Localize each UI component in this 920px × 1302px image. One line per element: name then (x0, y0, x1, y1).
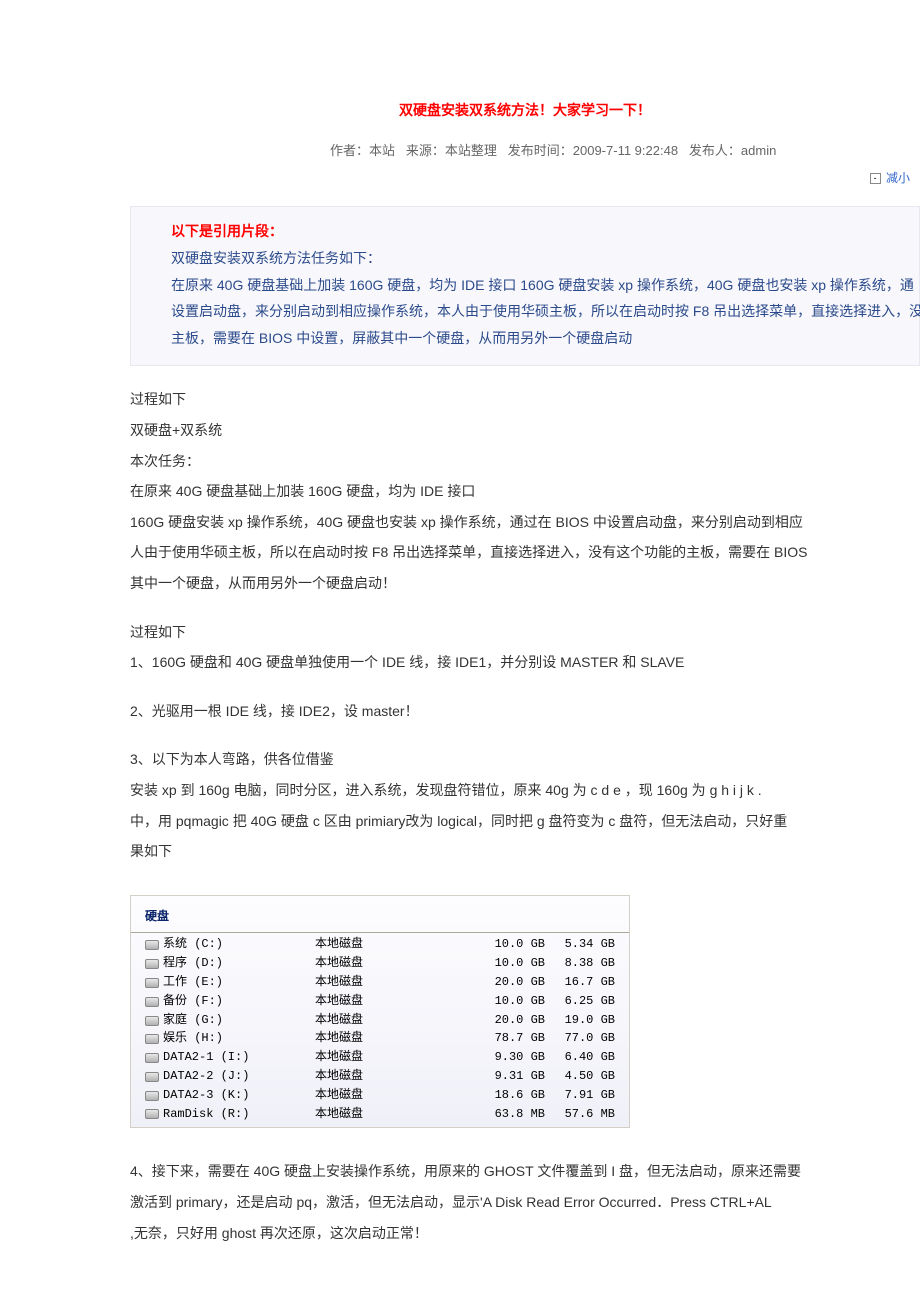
quote-line: 在原来 40G 硬盘基础上加装 160G 硬盘，均为 IDE 接口 160G 硬… (171, 272, 889, 299)
disk-row: RamDisk (R:)本地磁盘63.8 MB57.6 MB (131, 1105, 629, 1124)
pubtime-label: 发布时间： (508, 143, 573, 158)
disk-icon (145, 1072, 159, 1082)
disk-row: DATA2-3 (K:)本地磁盘18.6 GB7.91 GB (131, 1086, 629, 1105)
disk-table-image: 硬盘 系统 (C:)本地磁盘10.0 GB5.34 GB程序 (D:)本地磁盘1… (130, 895, 920, 1129)
quote-line: 双硬盘安装双系统方法任务如下： (171, 245, 889, 272)
quote-block: 以下是引用片段： 双硬盘安装双系统方法任务如下： 在原来 40G 硬盘基础上加装… (130, 206, 920, 366)
body-line: 本次任务： (130, 448, 920, 475)
author-label: 作者： (330, 143, 369, 158)
body-line: 过程如下 (130, 386, 920, 413)
publisher-label: 发布人： (689, 143, 741, 158)
body-line: 2、光驱用一根 IDE 线，接 IDE2，设 master！ (130, 698, 920, 725)
body-line: 双硬盘+双系统 (130, 417, 920, 444)
disk-icon (145, 978, 159, 988)
disk-icon (145, 1091, 159, 1101)
body-line: 在原来 40G 硬盘基础上加装 160G 硬盘，均为 IDE 接口 (130, 478, 920, 505)
font-size-control: - 减小 (130, 169, 920, 186)
disk-icon (145, 959, 159, 969)
article-title: 双硬盘安装双系统方法！大家学习一下！ (130, 100, 920, 120)
disk-row: 家庭 (G:)本地磁盘20.0 GB19.0 GB (131, 1011, 629, 1030)
disk-icon (145, 997, 159, 1007)
disk-table-header: 硬盘 (131, 902, 629, 934)
disk-row: 系统 (C:)本地磁盘10.0 GB5.34 GB (131, 935, 629, 954)
disk-icon (145, 1053, 159, 1063)
disk-row: 程序 (D:)本地磁盘10.0 GB8.38 GB (131, 954, 629, 973)
disk-icon (145, 1016, 159, 1026)
body-line: 激活到 primary，还是启动 pq，激活，但无法启动，显示'A Disk R… (130, 1189, 920, 1216)
body-line: 安装 xp 到 160g 电脑，同时分区，进入系统，发现盘符错位，原来 40g … (130, 777, 920, 804)
quote-line: 主板，需要在 BIOS 中设置，屏蔽其中一个硬盘，从而用另外一个硬盘启动 (171, 325, 889, 352)
body-line: ,无奈，只好用 ghost 再次还原，这次启动正常！ (130, 1220, 920, 1247)
disk-icon (145, 1034, 159, 1044)
body-line: 中，用 pqmagic 把 40G 硬盘 c 区由 primiary改为 log… (130, 808, 920, 835)
body-line: 其中一个硬盘，从而用另外一个硬盘启动！ (130, 570, 920, 597)
disk-row: 娱乐 (H:)本地磁盘78.7 GB77.0 GB (131, 1029, 629, 1048)
reduce-font-link[interactable]: 减小 (886, 171, 910, 185)
body-line: 过程如下 (130, 619, 920, 646)
article-meta: 作者：本站 来源：本站整理 发布时间：2009-7-11 9:22:48 发布人… (130, 140, 920, 159)
minus-icon[interactable]: - (870, 173, 881, 184)
disk-icon (145, 940, 159, 950)
body-line: 果如下 (130, 838, 920, 865)
source-label: 来源： (406, 143, 445, 158)
body-line: 160G 硬盘安装 xp 操作系统，40G 硬盘也安装 xp 操作系统，通过在 … (130, 509, 920, 536)
disk-row: DATA2-1 (I:)本地磁盘9.30 GB6.40 GB (131, 1048, 629, 1067)
pubtime: 2009-7-11 9:22:48 (573, 143, 678, 158)
disk-row: 工作 (E:)本地磁盘20.0 GB16.7 GB (131, 973, 629, 992)
article-body: 过程如下 双硬盘+双系统 本次任务： 在原来 40G 硬盘基础上加装 160G … (130, 386, 920, 1246)
disk-row: DATA2-2 (J:)本地磁盘9.31 GB4.50 GB (131, 1067, 629, 1086)
disk-icon (145, 1109, 159, 1119)
body-line: 1、160G 硬盘和 40G 硬盘单独使用一个 IDE 线，接 IDE1，并分别… (130, 649, 920, 676)
source: 本站整理 (445, 143, 497, 158)
body-line: 4、接下来，需要在 40G 硬盘上安装操作系统，用原来的 GHOST 文件覆盖到… (130, 1158, 920, 1185)
author: 本站 (369, 143, 395, 158)
body-line: 人由于使用华硕主板，所以在启动时按 F8 吊出选择菜单，直接选择进入，没有这个功… (130, 539, 920, 566)
disk-row: 备份 (F:)本地磁盘10.0 GB6.25 GB (131, 992, 629, 1011)
publisher: admin (741, 143, 776, 158)
quote-title: 以下是引用片段： (171, 221, 889, 241)
body-line: 3、以下为本人弯路，供各位借鉴 (130, 746, 920, 773)
quote-line: 设置启动盘，来分别启动到相应操作系统，本人由于使用华硕主板，所以在启动时按 F8… (171, 298, 889, 325)
